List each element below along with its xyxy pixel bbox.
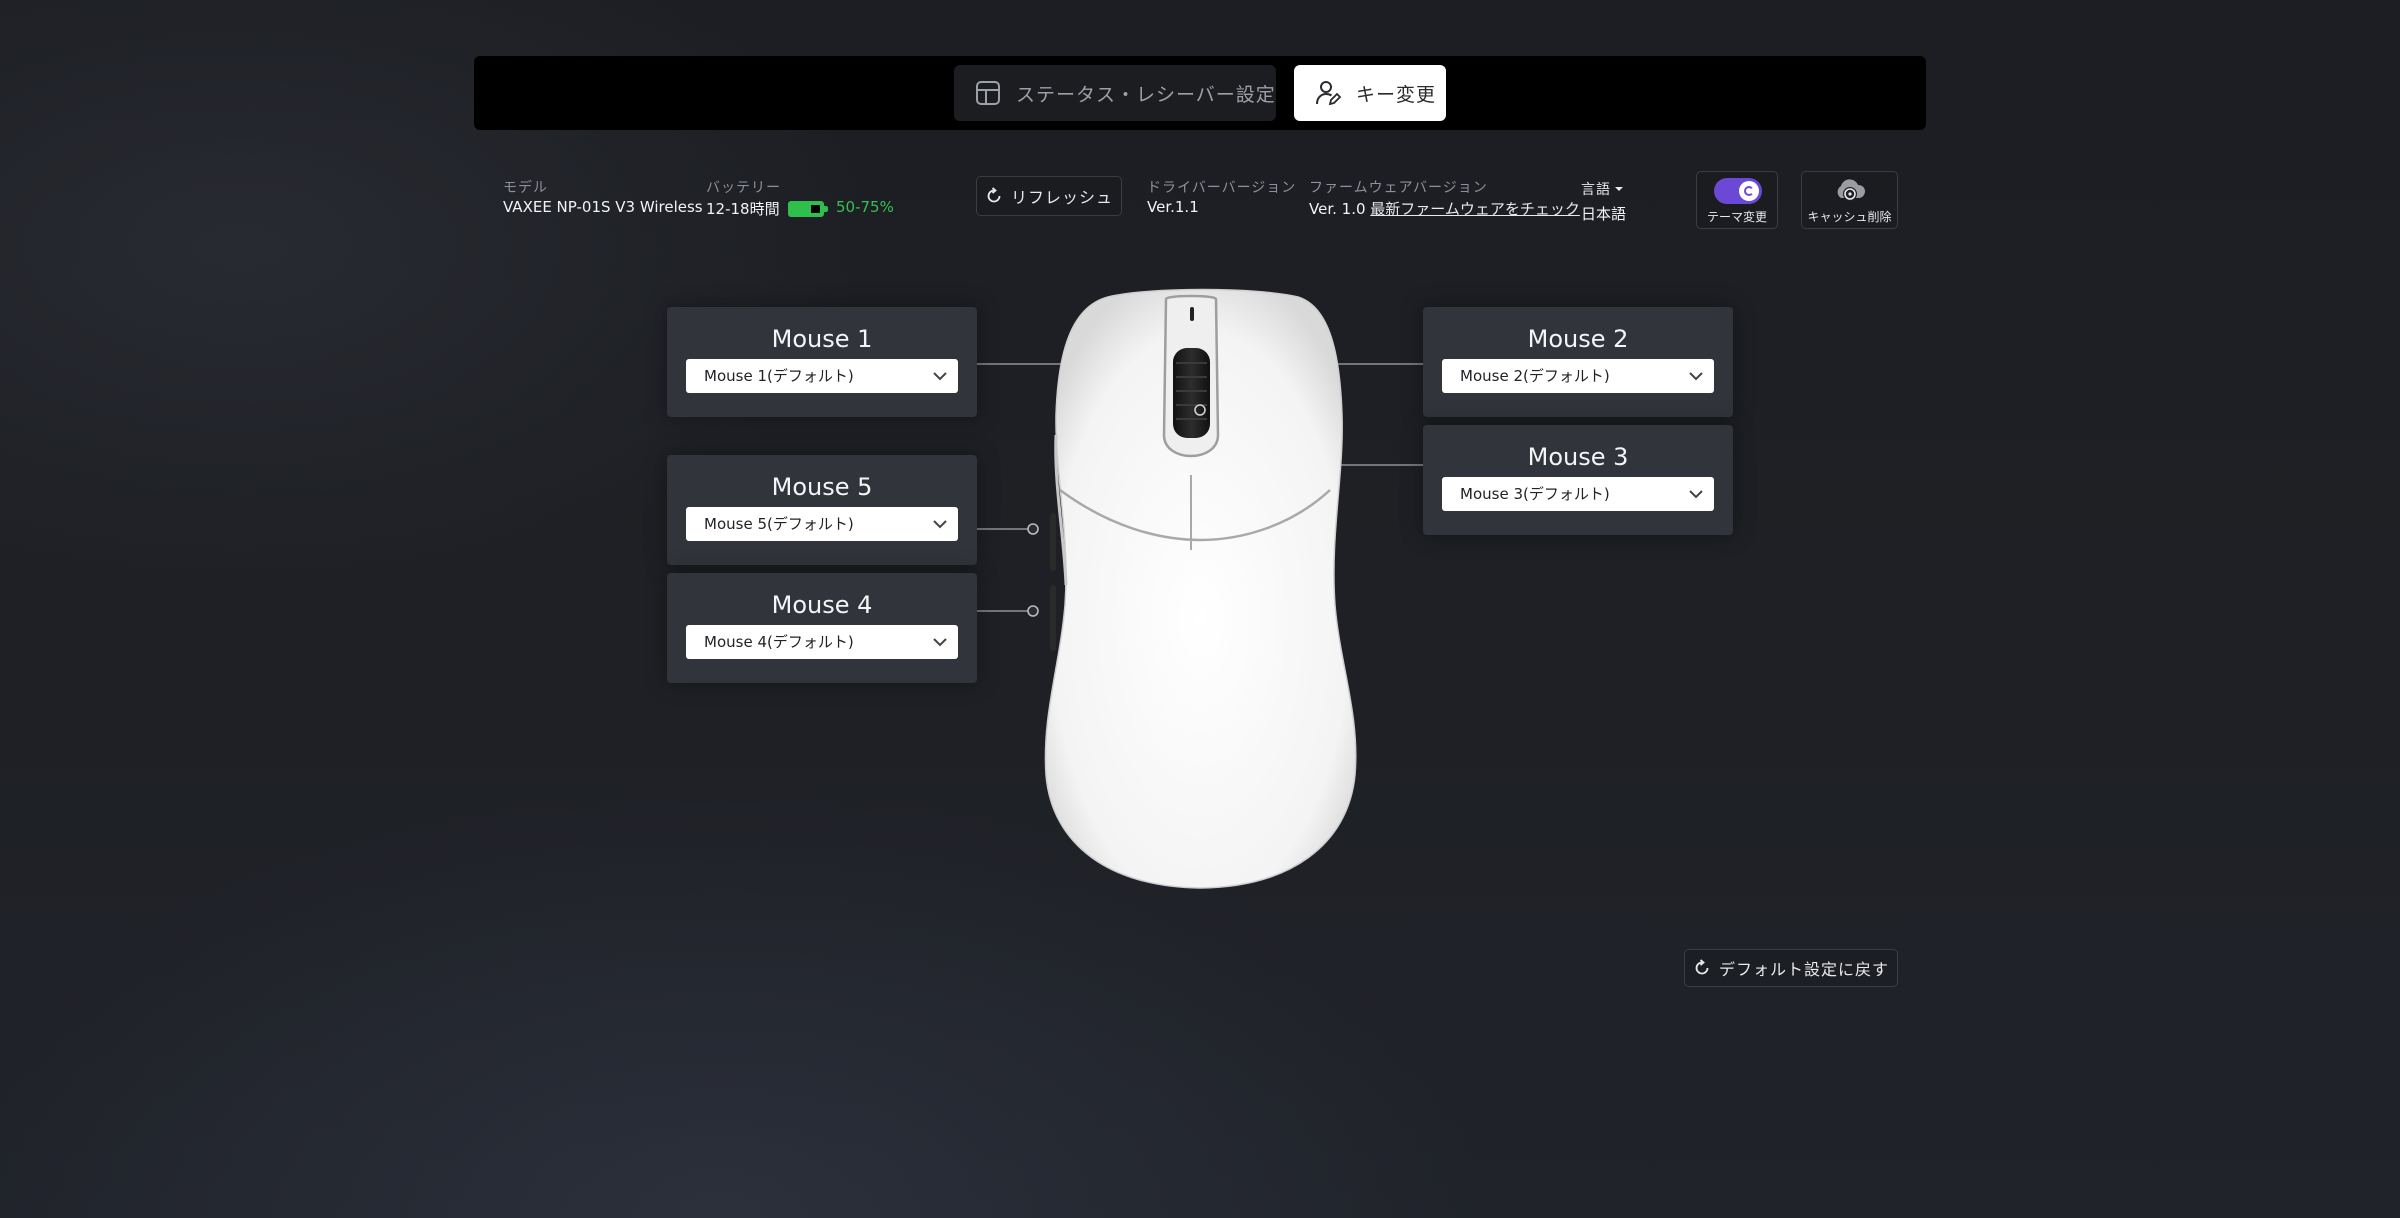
user-edit-icon — [1316, 81, 1342, 106]
firmware-version-value: Ver. 1.0 — [1309, 200, 1366, 218]
card-mouse3: Mouse 3 Mouse 3(デフォルト) — [1423, 425, 1733, 535]
tab-key-remap[interactable]: キー変更 — [1294, 65, 1446, 121]
refresh-label: リフレッシュ — [1010, 188, 1113, 207]
caret-down-icon — [1615, 187, 1623, 191]
theme-change-label: テーマ変更 — [1706, 210, 1767, 224]
tab-status-receiver-settings[interactable]: ステータス・レシーバー設定 — [954, 65, 1276, 121]
model-value: VAXEE NP-01S V3 Wireless — [503, 198, 703, 216]
select-mouse2[interactable]: Mouse 2(デフォルト) — [1442, 359, 1714, 393]
card-title-mouse5: Mouse 5 — [771, 473, 873, 501]
chevron-down-icon — [933, 520, 947, 529]
card-title-mouse4: Mouse 4 — [771, 591, 873, 619]
chevron-down-icon — [933, 638, 947, 647]
tab-status-label: ステータス・レシーバー設定 — [1016, 83, 1276, 106]
reset-icon — [1695, 959, 1709, 975]
firmware-version-label: ファームウェアバージョン — [1309, 180, 1488, 196]
cache-clear-label: キャッシュ削除 — [1807, 210, 1892, 224]
language-label: 言語 — [1581, 182, 1611, 198]
battery-label: バッテリー — [706, 180, 781, 196]
battery-icon — [788, 201, 828, 217]
reset-defaults-button[interactable]: デフォルト設定に戻す — [1684, 949, 1898, 987]
firmware-version-row: Ver. 1.0 最新ファームウェアをチェック — [1309, 198, 1580, 219]
card-mouse1: Mouse 1 Mouse 1(デフォルト) — [667, 307, 977, 417]
reset-defaults-label: デフォルト設定に戻す — [1718, 960, 1889, 979]
card-title-mouse1: Mouse 1 — [771, 325, 873, 353]
toggle-knob — [1739, 181, 1759, 201]
mouse-image — [1044, 288, 1357, 889]
language-value: 日本語 — [1581, 205, 1627, 223]
card-title-mouse2: Mouse 2 — [1527, 325, 1629, 353]
chevron-down-icon — [1689, 372, 1703, 381]
card-mouse2: Mouse 2 Mouse 2(デフォルト) — [1423, 307, 1733, 417]
select-value-mouse2: Mouse 2(デフォルト) — [1460, 367, 1610, 385]
chevron-down-icon — [933, 372, 947, 381]
tab-keys-label: キー変更 — [1356, 83, 1437, 106]
card-title-mouse3: Mouse 3 — [1527, 443, 1629, 471]
select-value-mouse1: Mouse 1(デフォルト) — [704, 367, 854, 385]
select-value-mouse5: Mouse 5(デフォルト) — [704, 515, 854, 533]
chevron-down-icon — [1689, 490, 1703, 499]
theme-toggle[interactable] — [1714, 178, 1762, 204]
card-mouse5: Mouse 5 Mouse 5(デフォルト) — [667, 455, 977, 565]
select-value-mouse4: Mouse 4(デフォルト) — [704, 633, 854, 651]
layout-icon — [976, 81, 1000, 105]
cloud-clear-icon — [1837, 179, 1866, 201]
card-mouse4: Mouse 4 Mouse 4(デフォルト) — [667, 573, 977, 683]
check-firmware-link[interactable]: 最新ファームウェアをチェック — [1370, 200, 1580, 218]
battery-value: 12-18時間 — [706, 200, 780, 218]
battery-percent: 50-75% — [836, 198, 894, 216]
refresh-button[interactable]: リフレッシュ — [976, 176, 1122, 216]
select-mouse3[interactable]: Mouse 3(デフォルト) — [1442, 477, 1714, 511]
top-navigation-bar: ステータス・レシーバー設定 キー変更 — [474, 56, 1926, 130]
language-selector[interactable]: 言語 — [1581, 179, 1624, 199]
model-label: モデル — [503, 180, 548, 196]
refresh-icon — [987, 187, 1001, 203]
select-mouse5[interactable]: Mouse 5(デフォルト) — [686, 507, 958, 541]
select-value-mouse3: Mouse 3(デフォルト) — [1460, 485, 1610, 503]
select-mouse1[interactable]: Mouse 1(デフォルト) — [686, 359, 958, 393]
driver-version-label: ドライバーバージョン — [1147, 180, 1297, 196]
select-mouse4[interactable]: Mouse 4(デフォルト) — [686, 625, 958, 659]
driver-version-value: Ver.1.1 — [1147, 198, 1199, 216]
